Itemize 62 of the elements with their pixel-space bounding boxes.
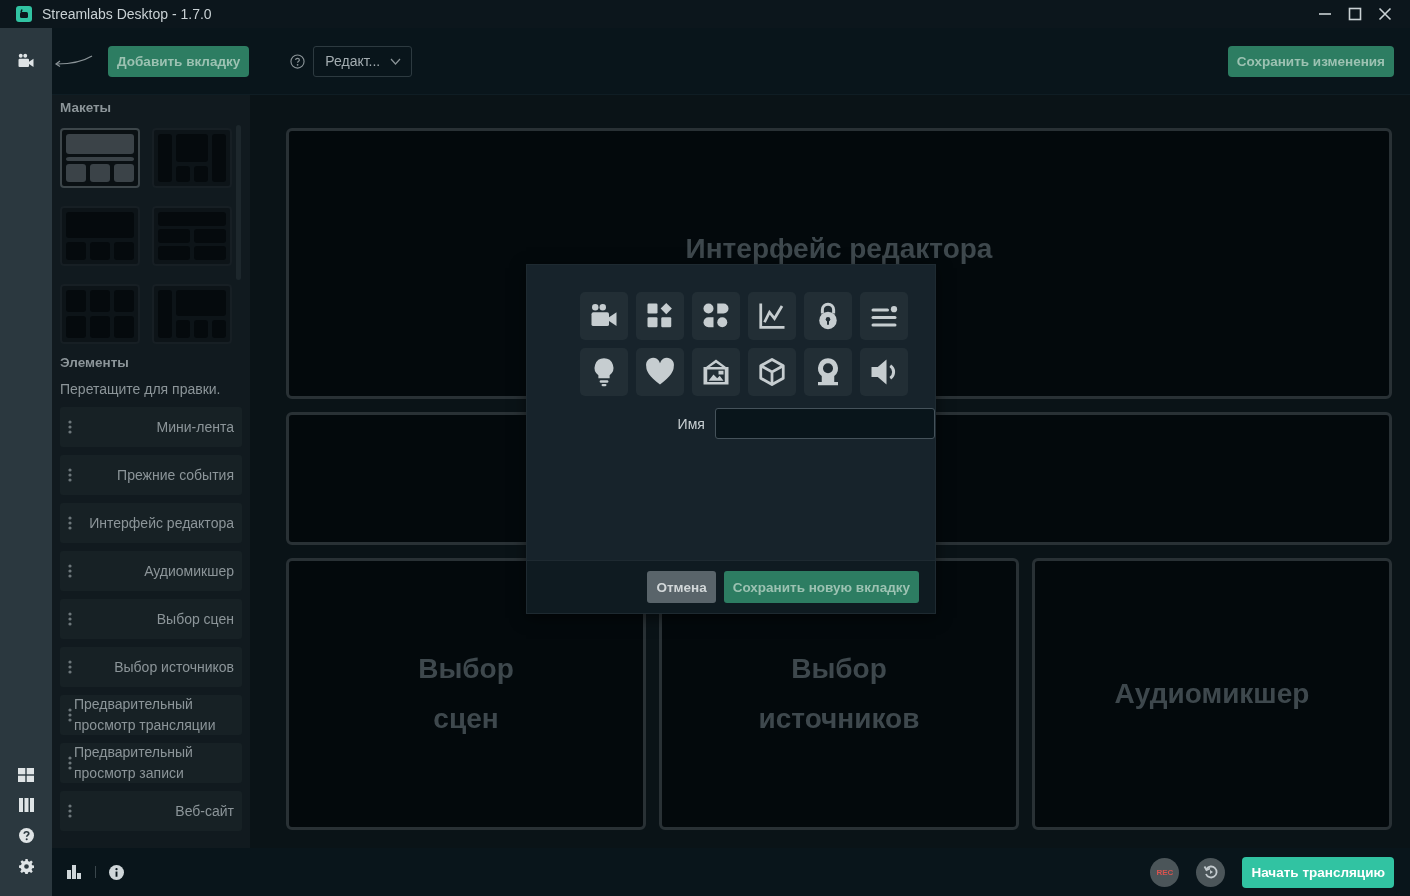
element-item[interactable]: Прежние события xyxy=(60,455,242,495)
drag-handle-icon xyxy=(68,564,72,578)
drag-handle-icon xyxy=(68,516,72,530)
chevron-down-icon xyxy=(390,57,402,65)
element-item[interactable]: Выбор сцен xyxy=(60,599,242,639)
slot-label: Интерфейс редактора xyxy=(685,232,993,266)
icon-option[interactable] xyxy=(636,292,684,340)
icon-option[interactable] xyxy=(804,348,852,396)
layouts-heading: Макеты xyxy=(60,99,113,117)
settings-icon[interactable] xyxy=(18,859,34,874)
help-icon[interactable] xyxy=(18,828,34,843)
drag-handle-icon xyxy=(68,468,72,482)
icon-option[interactable] xyxy=(580,292,628,340)
element-item[interactable]: Интерфейс редактора xyxy=(60,503,242,543)
element-item[interactable]: Предварительный просмотр записи xyxy=(60,743,242,783)
curved-arrow-icon xyxy=(54,54,94,68)
camera-icon xyxy=(17,52,35,70)
slot-label: Аудиомикшер xyxy=(1114,677,1310,711)
name-label: Имя xyxy=(676,415,706,432)
cube-icon xyxy=(757,357,787,387)
drag-handle-icon xyxy=(68,708,72,722)
editor-nav-button[interactable] xyxy=(17,52,35,70)
maximize-icon xyxy=(1348,7,1362,21)
window-title: Streamlabs Desktop - 1.7.0 xyxy=(42,6,213,22)
elements-heading: Элементы xyxy=(60,354,130,372)
icon-option[interactable] xyxy=(692,292,740,340)
columns-icon[interactable] xyxy=(18,798,34,812)
drag-handle-icon xyxy=(68,420,72,434)
cancel-button[interactable]: Отмена xyxy=(647,571,716,603)
icon-option[interactable] xyxy=(804,292,852,340)
icon-option[interactable] xyxy=(860,348,908,396)
slot-label: Выбор источников xyxy=(758,652,920,736)
icon-option[interactable] xyxy=(860,292,908,340)
element-item[interactable]: Аудиомикшер xyxy=(60,551,242,591)
slot-label: Выбор сцен xyxy=(418,652,514,736)
elements-hint: Перетащите для правки. xyxy=(60,380,222,398)
drag-handle-icon xyxy=(68,612,72,626)
layout-grid-icon[interactable] xyxy=(18,768,34,782)
icon-option[interactable] xyxy=(748,348,796,396)
icon-option[interactable] xyxy=(692,348,740,396)
replay-buffer-button[interactable] xyxy=(1196,857,1226,887)
layout-dropdown[interactable]: Редакт... xyxy=(313,45,413,77)
element-item[interactable]: Мини-лента xyxy=(60,407,242,447)
icon-option[interactable] xyxy=(636,348,684,396)
drag-handle-icon xyxy=(68,660,72,674)
icon-option[interactable] xyxy=(748,292,796,340)
close-icon xyxy=(1378,7,1392,21)
stats-icon[interactable] xyxy=(67,865,82,879)
name-field[interactable] xyxy=(714,408,935,439)
heart-icon xyxy=(645,357,675,387)
drag-handle-icon xyxy=(68,756,72,770)
element-item[interactable]: Выбор источников xyxy=(60,647,242,687)
info-icon[interactable] xyxy=(109,864,124,880)
app-logo-icon xyxy=(16,6,32,22)
icon-option[interactable] xyxy=(580,348,628,396)
drag-handle-icon xyxy=(68,804,72,818)
line-chart-icon xyxy=(757,301,787,331)
replay-icon xyxy=(1202,864,1219,880)
framed-picture-icon xyxy=(701,357,731,387)
element-item[interactable]: Предварительный просмотр трансляции xyxy=(60,695,242,735)
element-item[interactable]: Веб-сайт xyxy=(60,791,242,831)
help-icon[interactable] xyxy=(290,53,306,69)
